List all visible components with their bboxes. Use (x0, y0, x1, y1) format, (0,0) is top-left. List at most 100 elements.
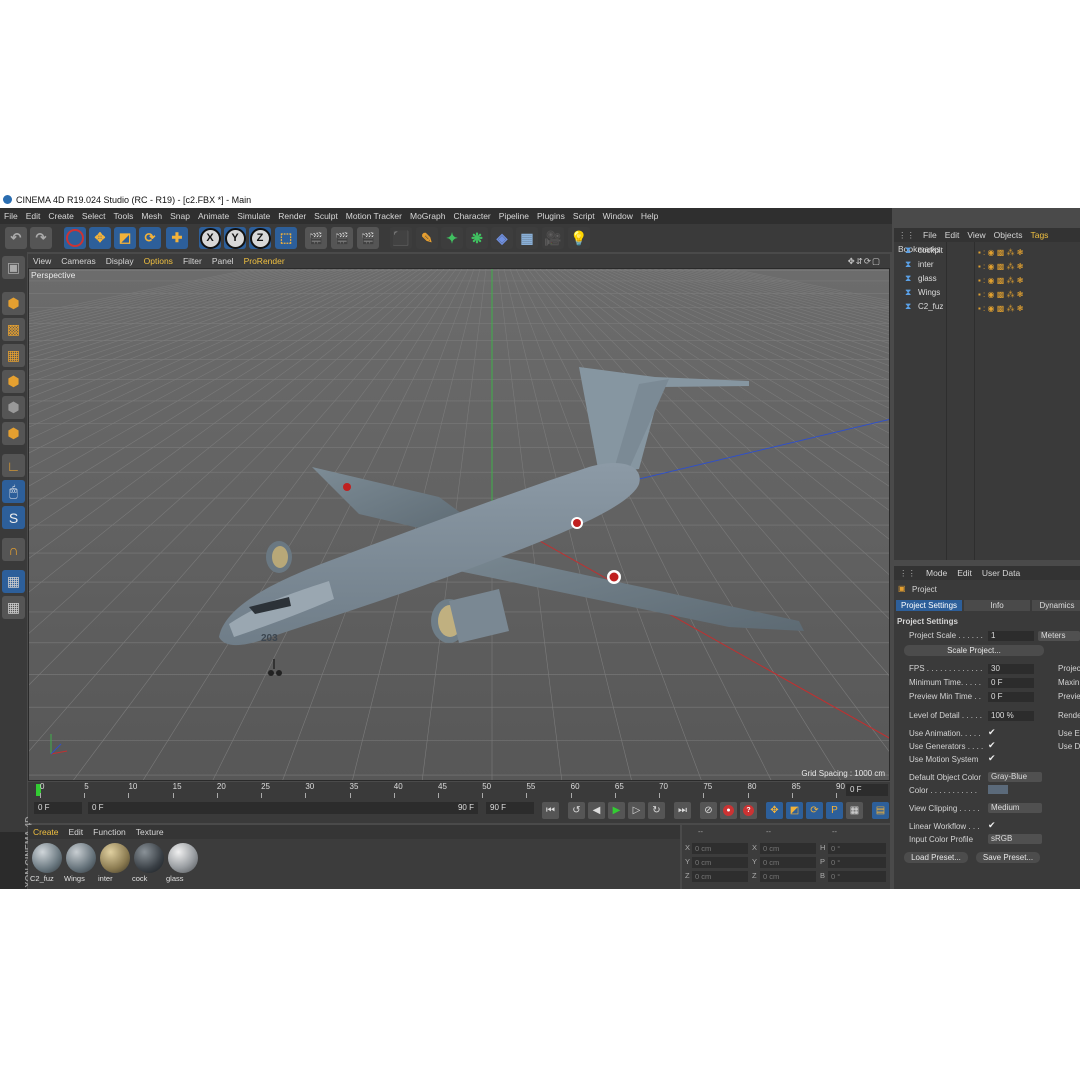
color-swatch[interactable] (988, 785, 1008, 794)
motion-record-icon[interactable]: ⊘ (700, 802, 717, 819)
object-row-glass[interactable]: ⧗ glass ▪ : ◉ ▩ ⁂ ❃ (894, 272, 1080, 286)
menu-help[interactable]: Help (637, 208, 662, 224)
undo-icon[interactable]: ↶ (5, 227, 27, 249)
load-preset-button[interactable]: Load Preset... (904, 852, 968, 863)
key-position-icon[interactable]: ✥ (766, 802, 783, 819)
start-frame-field[interactable]: 0 F (34, 802, 82, 814)
viewport-menu-cameras[interactable]: Cameras (56, 254, 100, 268)
camera-icon[interactable]: 🎥 (542, 227, 564, 249)
polygons-mode-icon[interactable]: ⬢ (2, 422, 25, 445)
edges-mode-icon[interactable]: ⬢ (2, 396, 25, 419)
viewport-nav-icons[interactable]: ✥⇵⟳▢ (843, 254, 886, 268)
key-scale-icon[interactable]: ◩ (786, 802, 803, 819)
menu-plugins[interactable]: Plugins (533, 208, 569, 224)
use-animation-checkbox[interactable]: ✔ (988, 727, 996, 738)
material-swatch[interactable]: glass (166, 843, 199, 885)
previous-frame-icon[interactable]: ◀ (588, 802, 605, 819)
preview-range-slider[interactable]: 0 F 90 F (88, 802, 478, 814)
axis-mode-icon[interactable]: ∟ (2, 454, 25, 477)
record-active-objects-icon[interactable]: ● (720, 802, 737, 819)
menu-pipeline[interactable]: Pipeline (495, 208, 533, 224)
menu-animate[interactable]: Animate (194, 208, 233, 224)
menu-edit[interactable]: Edit (22, 208, 45, 224)
material-swatch[interactable]: inter (98, 843, 131, 885)
next-key-icon[interactable]: ↻ (648, 802, 665, 819)
x-axis-lock-button[interactable]: X (199, 227, 221, 249)
floor-scene-icon[interactable]: ▦ (516, 227, 538, 249)
render-view-icon[interactable]: 🎬 (305, 227, 327, 249)
timeline-window-icon[interactable]: ▤ (872, 802, 889, 819)
move-tool-icon[interactable]: ✥ (89, 227, 111, 249)
object-row-wings[interactable]: ⧗ Wings ▪ : ◉ ▩ ⁂ ❃ (894, 286, 1080, 300)
light-icon[interactable]: 💡 (568, 227, 590, 249)
objmenu-objects[interactable]: Objects (990, 228, 1027, 242)
object-row-inter[interactable]: ⧗ inter ▪ : ◉ ▩ ⁂ ❃ (894, 258, 1080, 272)
scale-project-button[interactable]: Scale Project... (904, 645, 1044, 656)
project-scale-field[interactable]: 1 (988, 631, 1034, 641)
menu-script[interactable]: Script (569, 208, 599, 224)
menu-simulate[interactable]: Simulate (233, 208, 274, 224)
menu-character[interactable]: Character (449, 208, 494, 224)
attrmenu-mode[interactable]: Mode (921, 566, 952, 580)
menu-file[interactable]: File (0, 208, 22, 224)
menu-motion-tracker[interactable]: Motion Tracker (342, 208, 406, 224)
scale-tool-icon[interactable]: ◩ (114, 227, 136, 249)
end-frame-field[interactable]: 90 F (486, 802, 534, 814)
viewport-menu-view[interactable]: View (28, 254, 56, 268)
workplane-mode-icon[interactable]: ▦ (2, 344, 25, 367)
tab-info[interactable]: Info (964, 600, 1030, 611)
rotation-p-field[interactable]: 0 ° (828, 857, 886, 868)
cube-primitive-icon[interactable]: ⬛ (390, 227, 412, 249)
perspective-viewport[interactable]: 203 Perspective Grid Spacing : 1000 cm (28, 268, 890, 781)
points-mode-icon[interactable]: ⬢ (2, 370, 25, 393)
default-object-color-dropdown[interactable]: Gray-Blue (988, 772, 1042, 782)
snapping-icon[interactable]: ∩ (2, 538, 25, 561)
menu-sculpt[interactable]: Sculpt (310, 208, 342, 224)
material-swatch[interactable]: cock (132, 843, 165, 885)
objmenu-view[interactable]: View (963, 228, 989, 242)
object-row-cockpit[interactable]: ⧗ cockpit ▪ : ◉ ▩ ⁂ ❃ (894, 244, 1080, 258)
material-menu-create[interactable]: Create (28, 825, 64, 839)
menu-mesh[interactable]: Mesh (137, 208, 166, 224)
array-generator-icon[interactable]: ❋ (466, 227, 488, 249)
go-to-end-icon[interactable]: ⏭ (674, 802, 691, 819)
menu-window[interactable]: Window (599, 208, 637, 224)
scale-z-field[interactable]: 0 cm (760, 871, 816, 882)
workplane-lock-icon[interactable]: ▦ (2, 570, 25, 593)
objmenu-file[interactable]: File (919, 228, 941, 242)
scale-x-field[interactable]: 0 cm (760, 843, 816, 854)
linear-workflow-checkbox[interactable]: ✔ (988, 820, 996, 831)
object-row-c2-fuz[interactable]: ⧗ C2_fuz ▪ : ◉ ▩ ⁂ ❃ (894, 300, 1080, 314)
material-swatch[interactable]: C2_fuz (30, 843, 63, 885)
input-color-profile-dropdown[interactable]: sRGB (988, 834, 1042, 844)
key-parameter-icon[interactable]: P (826, 802, 843, 819)
material-menu-function[interactable]: Function (88, 825, 131, 839)
attrmenu-user-data[interactable]: User Data (977, 566, 1025, 580)
menu-create[interactable]: Create (44, 208, 78, 224)
key-point-level-icon[interactable]: ▦ (846, 802, 863, 819)
autokeying-icon[interactable]: ? (740, 802, 757, 819)
tab-dynamics[interactable]: Dynamics (1032, 600, 1080, 611)
tweak-mode-icon[interactable]: 🖱 (2, 480, 25, 503)
use-generators-checkbox[interactable]: ✔ (988, 740, 996, 751)
viewport-menu-filter[interactable]: Filter (178, 254, 207, 268)
z-axis-lock-button[interactable]: Z (249, 227, 271, 249)
menu-mograph[interactable]: MoGraph (406, 208, 449, 224)
viewport-menu-panel[interactable]: Panel (207, 254, 239, 268)
level-of-detail-field[interactable]: 100 % (988, 711, 1034, 721)
play-forward-icon[interactable]: ▶ (608, 802, 625, 819)
use-motion-system-checkbox[interactable]: ✔ (988, 753, 996, 764)
objmenu-edit[interactable]: Edit (941, 228, 964, 242)
model-mode-icon[interactable]: ⬢ (2, 292, 25, 315)
position-z-field[interactable]: 0 cm (692, 871, 748, 882)
position-x-field[interactable]: 0 cm (692, 843, 748, 854)
objmenu-tags[interactable]: Tags (1026, 228, 1052, 242)
viewport-menu-options[interactable]: Options (139, 254, 178, 268)
pen-spline-icon[interactable]: ✎ (416, 227, 438, 249)
save-preset-button[interactable]: Save Preset... (976, 852, 1040, 863)
material-swatch[interactable]: Wings (64, 843, 97, 885)
planar-workplane-icon[interactable]: ▦ (2, 596, 25, 619)
previous-key-icon[interactable]: ↺ (568, 802, 585, 819)
deformer-icon[interactable]: ◈ (491, 227, 513, 249)
scale-y-field[interactable]: 0 cm (760, 857, 816, 868)
